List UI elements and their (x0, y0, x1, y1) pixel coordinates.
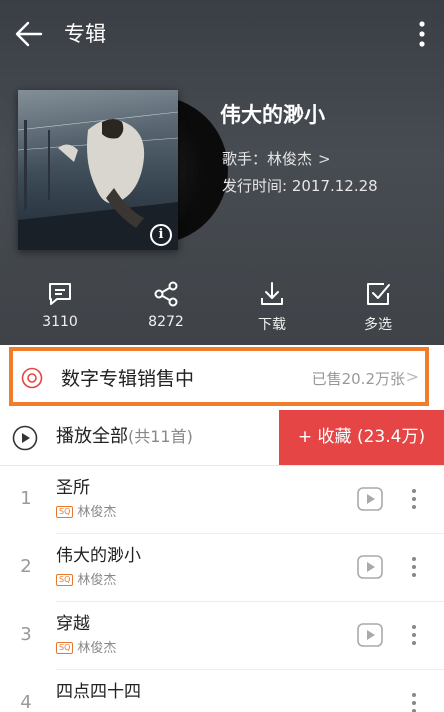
play-all-row: 播放全部(共11首) + 收藏 (23.4万) (0, 410, 444, 466)
sold-count: 已售20.2万张 (311, 370, 405, 388)
more-vertical-icon[interactable] (410, 488, 418, 510)
share-count: 8272 (148, 314, 184, 330)
download-button[interactable]: 下载 (232, 280, 312, 334)
album-header: 专辑 i 伟大的渺小 歌手：林俊杰 > 发行时间: 2017.12.28 311… (0, 0, 444, 345)
song-artist: 林俊杰 (77, 505, 117, 520)
song-row[interactable]: 1 圣所 SQ 林俊杰 (0, 466, 444, 534)
sq-badge: SQ (56, 574, 74, 586)
song-meta: SQ 林俊杰 (56, 572, 116, 590)
multi-select-label: 多选 (364, 317, 392, 333)
album-title: 伟大的渺小 (220, 103, 325, 127)
chevron-right-icon: > (405, 367, 419, 386)
more-vertical-icon[interactable] (410, 556, 418, 578)
multi-select-button[interactable]: 多选 (338, 280, 418, 334)
comment-count: 3110 (42, 314, 78, 330)
release-date: 发行时间: 2017.12.28 (222, 177, 378, 195)
back-arrow-icon[interactable] (14, 20, 44, 48)
album-art[interactable]: i (18, 90, 228, 250)
song-title: 穿越 (56, 614, 90, 634)
singer-link[interactable]: 歌手：林俊杰 > (222, 148, 331, 170)
song-title: 伟大的渺小 (56, 546, 141, 566)
digital-album-sale-banner[interactable]: 数字专辑销售中 已售20.2万张 > (9, 347, 429, 406)
track-count: (共11首) (128, 427, 193, 446)
track-index: 2 (20, 556, 32, 577)
top-bar: 专辑 (0, 0, 444, 70)
track-index: 1 (20, 488, 32, 509)
song-row[interactable]: 4 四点四十四 (0, 670, 444, 712)
track-index: 3 (20, 624, 32, 645)
page-title: 专辑 (64, 22, 106, 46)
play-all-button[interactable]: 播放全部(共11首) (56, 424, 193, 450)
song-meta: SQ 林俊杰 (56, 504, 116, 522)
song-meta: SQ 林俊杰 (56, 640, 116, 658)
song-artist: 林俊杰 (77, 573, 117, 588)
song-title: 四点四十四 (56, 682, 141, 702)
more-vertical-icon[interactable] (410, 692, 418, 712)
song-row[interactable]: 2 伟大的渺小 SQ 林俊杰 (0, 534, 444, 602)
multi-select-icon (367, 283, 390, 305)
comment-icon (49, 283, 71, 305)
track-index: 4 (20, 692, 32, 712)
more-vertical-icon[interactable] (418, 20, 426, 48)
comment-button[interactable]: 3110 (20, 280, 100, 330)
more-vertical-icon[interactable] (410, 624, 418, 646)
sale-title: 数字专辑销售中 (61, 368, 195, 390)
share-icon (154, 281, 178, 307)
sq-badge: SQ (56, 506, 74, 518)
singer-label: 歌手：林俊杰 (222, 150, 313, 168)
song-row[interactable]: 3 穿越 SQ 林俊杰 (0, 602, 444, 670)
action-bar: 3110 8272 下载 多选 (0, 280, 444, 336)
video-play-icon[interactable] (357, 555, 383, 579)
collect-button[interactable]: + 收藏 (23.4万) (279, 410, 444, 465)
video-play-icon[interactable] (357, 487, 383, 511)
info-icon[interactable]: i (150, 224, 172, 246)
play-circle-icon[interactable] (12, 425, 38, 451)
share-button[interactable]: 8272 (126, 280, 206, 330)
video-play-icon[interactable] (357, 623, 383, 647)
song-title: 圣所 (56, 478, 90, 498)
song-artist: 林俊杰 (77, 641, 117, 656)
disc-icon (21, 367, 43, 389)
album-cover[interactable]: i (18, 90, 178, 250)
play-all-label: 播放全部 (56, 426, 128, 447)
sq-badge: SQ (56, 642, 74, 654)
download-label: 下载 (258, 317, 286, 333)
download-icon (261, 282, 283, 305)
chevron-right-icon: > (318, 150, 331, 168)
